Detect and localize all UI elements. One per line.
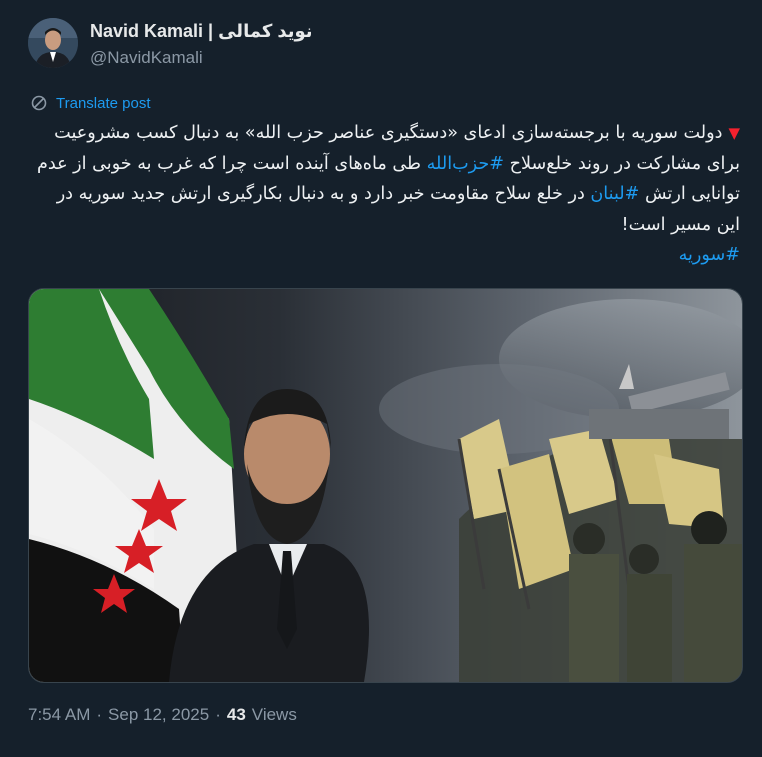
views-count: 43 xyxy=(226,705,246,724)
tweet-body: ▼دولت سوریه با برجسته‌سازی ادعای «دستگیر… xyxy=(28,118,740,240)
hashtag-hezbollah[interactable]: #حزب‌الله xyxy=(427,154,504,174)
tweet-media-image[interactable] xyxy=(28,288,743,683)
separator-dot: · xyxy=(215,705,221,724)
hashtag-lebanon[interactable]: #لبنان xyxy=(590,184,639,204)
hashtag-syria[interactable]: #سوریه xyxy=(679,245,740,265)
translate-post-link[interactable]: Translate post xyxy=(30,94,151,112)
tweet-time[interactable]: 7:54 AM xyxy=(28,705,90,725)
tweet-date[interactable]: Sep 12, 2025 xyxy=(108,705,209,725)
display-name[interactable]: Navid Kamali | نوید کمالی xyxy=(90,21,313,42)
media-illustration xyxy=(29,289,742,682)
avatar[interactable] xyxy=(28,18,78,68)
tweet-text: ▼دولت سوریه با برجسته‌سازی ادعای «دستگیر… xyxy=(28,118,740,271)
tweet-meta: 7:54 AM · Sep 12, 2025 · 43 Views xyxy=(28,705,297,725)
user-handle[interactable]: @NavidKamali xyxy=(90,48,203,68)
views-label: Views xyxy=(251,705,297,724)
red-triangle-icon: ▼ xyxy=(728,124,740,142)
translate-icon xyxy=(31,95,47,111)
tweet-hashtag-line: #سوریه xyxy=(28,240,740,271)
translate-label: Translate post xyxy=(56,94,151,112)
separator-dot: · xyxy=(96,705,103,724)
avatar-image xyxy=(28,18,78,68)
